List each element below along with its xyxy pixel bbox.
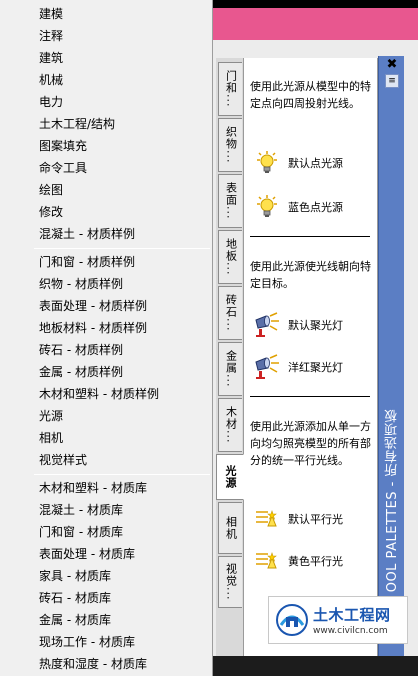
menu-item[interactable]: 电力	[2, 91, 211, 113]
tab-cameras[interactable]: 相机	[218, 502, 242, 554]
tab-fabrics[interactable]: 织物...	[218, 118, 242, 172]
tab-flooring[interactable]: 地板...	[218, 230, 242, 284]
distant-light-icon	[256, 510, 277, 527]
menu-separator	[34, 248, 210, 249]
point-light-bulb-icon	[257, 195, 277, 217]
watermark-name: 土木工程网	[313, 606, 391, 624]
menu-item[interactable]: 砖石 - 材质样例	[2, 339, 211, 361]
menu-item[interactable]: 修改	[2, 201, 211, 223]
tab-label: 地板...	[224, 238, 238, 276]
tab-label: 织物...	[224, 126, 238, 164]
section-divider	[250, 396, 370, 397]
menu-item[interactable]: 建筑	[2, 47, 211, 69]
tool-label: 默认点光源	[288, 157, 343, 170]
menu-item[interactable]: 图案填充	[2, 135, 211, 157]
menu-separator	[34, 474, 210, 475]
tab-label: 木材...	[224, 406, 238, 444]
tab-label: 表面...	[224, 182, 238, 220]
menu-item[interactable]: 热度和湿度 - 材质库	[2, 653, 211, 675]
menu-item[interactable]: 绘图	[2, 179, 211, 201]
spotlight-icon	[255, 354, 279, 379]
palette-content: 使用此光源从模型中的特定点向四周投射光线。 默认点光源 蓝色点光源 使用此光源使…	[244, 58, 378, 656]
section-divider	[250, 236, 370, 237]
tab-masonry[interactable]: 砖石...	[218, 286, 242, 340]
tool-yellow-distant-light[interactable]: 黄色平行光	[254, 546, 343, 576]
tab-label: 砖石...	[224, 294, 238, 332]
watermark-logo: 土木工程网 www.civilcn.com	[268, 596, 408, 644]
point-light-bulb-icon	[257, 151, 277, 173]
menu-item[interactable]: 织物 - 材质样例	[2, 273, 211, 295]
background-dark-strip	[210, 656, 418, 676]
palette-title-text: OOL PALETTES - 所有选项板	[384, 409, 400, 593]
menu-item[interactable]: 注释	[2, 25, 211, 47]
spotlight-icon	[255, 312, 279, 337]
tool-default-point-light[interactable]: 默认点光源	[254, 148, 343, 178]
tab-finishes[interactable]: 表面...	[218, 174, 242, 228]
menu-item[interactable]: 木材和塑料 - 材质样例	[2, 383, 211, 405]
distant-light-icon	[256, 552, 277, 569]
menu-item[interactable]: 建模	[2, 3, 211, 25]
close-icon[interactable]: ✖	[385, 58, 399, 72]
palette-tab-strip: 门和... 织物... 表面... 地板... 砖石... 金属... 木材..…	[216, 58, 244, 656]
tab-metals[interactable]: 金属...	[218, 342, 242, 396]
tool-label: 默认平行光	[288, 513, 343, 526]
menu-item[interactable]: 视觉样式	[2, 449, 211, 471]
tool-label: 蓝色点光源	[288, 201, 343, 214]
civilcn-logo-icon	[276, 604, 308, 636]
menu-item[interactable]: 表面处理 - 材质库	[2, 543, 211, 565]
menu-item[interactable]: 门和窗 - 材质库	[2, 521, 211, 543]
section-description: 使用此光源从模型中的特定点向四周投射光线。	[250, 80, 371, 110]
palette-list-menu: 建模 注释 建筑 机械 电力 土木工程/结构 图案填充 命令工具 绘图 修改 混凝土 - 材质样例门…	[0, 0, 213, 676]
menu-item[interactable]: 地板材料 - 材质样例	[2, 317, 211, 339]
menu-item[interactable]: 金属 - 材质库	[2, 609, 211, 631]
menu-item[interactable]: 机械	[2, 69, 211, 91]
tab-label: 门和...	[224, 70, 238, 108]
tool-label: 黄色平行光	[288, 555, 343, 568]
tool-magenta-spotlight[interactable]: 洋红聚光灯	[254, 352, 343, 382]
tab-label: 金属...	[224, 350, 238, 388]
tab-label: 视觉...	[224, 563, 238, 601]
menu-item[interactable]: 金属 - 材质样例	[2, 361, 211, 383]
menu-item[interactable]: 光源	[2, 405, 211, 427]
menu-item[interactable]: 现场工作 - 材质库	[2, 631, 211, 653]
palette-titlebar[interactable]: ✖ ≡ OOL PALETTES - 所有选项板	[378, 56, 404, 656]
menu-item[interactable]: 混凝土 - 材质库	[2, 499, 211, 521]
tool-default-spotlight[interactable]: 默认聚光灯	[254, 310, 343, 340]
menu-item[interactable]: 表面处理 - 材质样例	[2, 295, 211, 317]
tab-label: 光源	[224, 465, 237, 489]
tool-label: 洋红聚光灯	[288, 361, 343, 374]
menu-item[interactable]: 家具 - 材质库	[2, 565, 211, 587]
menu-item[interactable]: 相机	[2, 427, 211, 449]
watermark-url: www.civilcn.com	[313, 626, 388, 636]
menu-item[interactable]: 木材和塑料 - 材质库	[2, 477, 211, 499]
options-menu-icon[interactable]: ≡	[385, 74, 399, 88]
tool-label: 默认聚光灯	[288, 319, 343, 332]
tab-visual-styles[interactable]: 视觉...	[218, 556, 242, 608]
menu-item[interactable]: 命令工具	[2, 157, 211, 179]
menu-item[interactable]: 砖石 - 材质库	[2, 587, 211, 609]
section-description: 使用此光源添加从单一方向均匀照亮模型的所有部分的统一平行光线。	[250, 420, 371, 467]
tab-doors-windows[interactable]: 门和...	[218, 62, 242, 116]
tool-default-distant-light[interactable]: 默认平行光	[254, 504, 343, 534]
menu-item[interactable]: 土木工程/结构	[2, 113, 211, 135]
section-description: 使用此光源使光线朝向特定目标。	[250, 260, 371, 290]
tab-wood[interactable]: 木材...	[218, 398, 242, 452]
tool-palette: 门和... 织物... 表面... 地板... 砖石... 金属... 木材..…	[216, 56, 406, 656]
menu-item[interactable]: 门和窗 - 材质样例	[2, 251, 211, 273]
tool-blue-point-light[interactable]: 蓝色点光源	[254, 192, 343, 222]
tab-lights[interactable]: 光源	[216, 454, 244, 500]
background-pink-band	[210, 8, 418, 40]
tab-label: 相机	[224, 516, 238, 540]
menu-item[interactable]: 混凝土 - 材质样例	[2, 223, 211, 245]
